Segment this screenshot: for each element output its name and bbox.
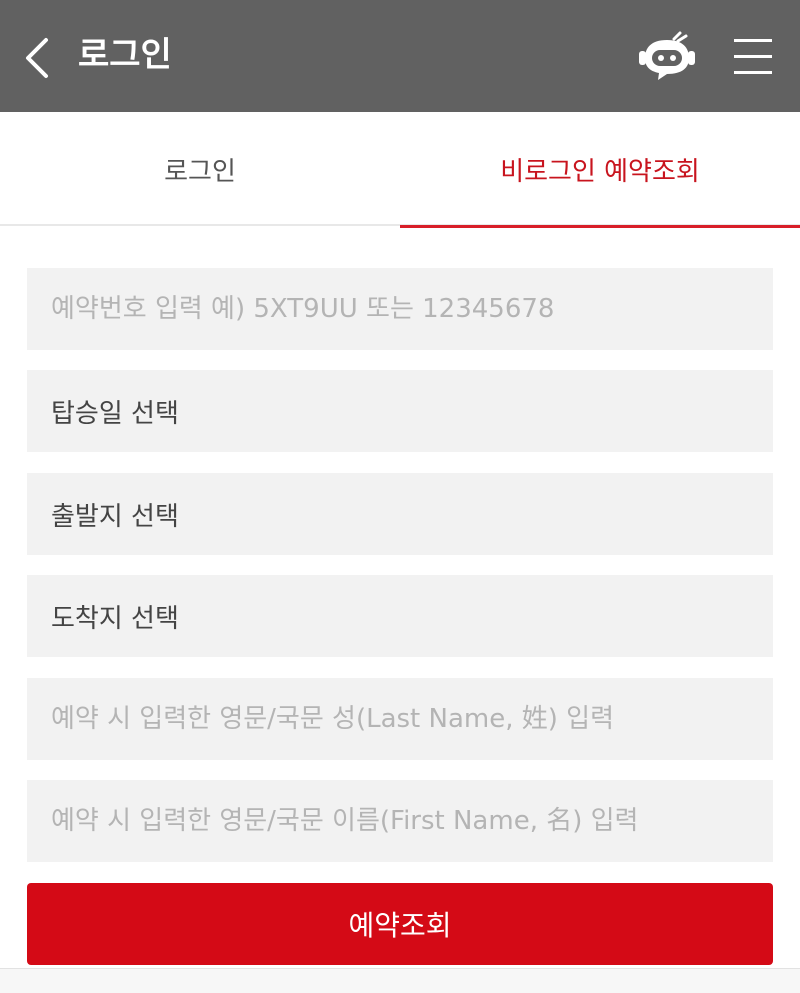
robot-icon <box>639 31 695 80</box>
arrival-select[interactable]: 도착지 선택 <box>27 575 773 657</box>
departure-select[interactable]: 출발지 선택 <box>27 473 773 555</box>
app-header: 로그인 <box>0 0 800 112</box>
departure-label: 출발지 선택 <box>51 501 179 532</box>
tab-login[interactable]: 로그인 <box>0 112 400 226</box>
bottom-divider <box>0 968 800 993</box>
page-title: 로그인 <box>78 35 172 75</box>
last-name-input[interactable] <box>27 678 773 760</box>
tab-guest-reservation-lookup[interactable]: 비로그인 예약조회 <box>400 112 800 228</box>
boarding-date-select[interactable]: 탑승일 선택 <box>27 370 773 452</box>
reservation-number-input[interactable] <box>27 268 773 350</box>
back-button[interactable] <box>14 30 64 86</box>
chatbot-button[interactable] <box>636 30 698 82</box>
menu-button[interactable] <box>730 36 776 78</box>
reservation-lookup-button[interactable]: 예약조회 <box>27 883 773 965</box>
arrival-label: 도착지 선택 <box>51 603 179 634</box>
chevron-left-icon <box>26 38 48 78</box>
first-name-input[interactable] <box>27 780 773 862</box>
tab-bar: 로그인 비로그인 예약조회 <box>0 112 800 228</box>
hamburger-menu-icon <box>734 39 772 74</box>
boarding-date-label: 탑승일 선택 <box>51 398 179 429</box>
